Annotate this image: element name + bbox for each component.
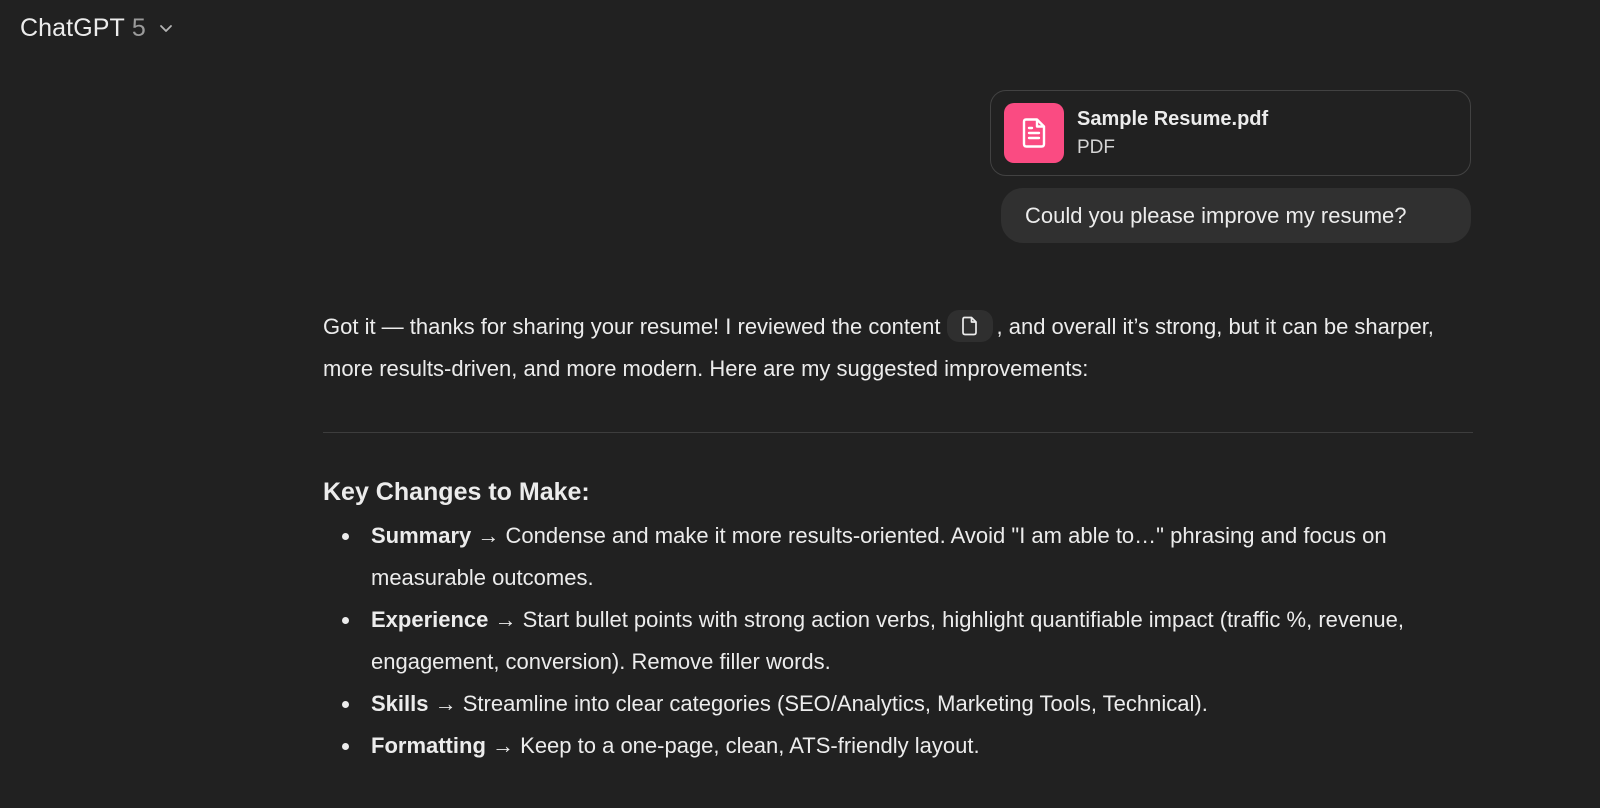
intro-text-part1: Got it — thanks for sharing your resume!… <box>323 314 941 339</box>
arrow-glyph: → <box>492 733 515 758</box>
item-label: Skills <box>371 691 429 716</box>
item-label: Summary <box>371 523 472 548</box>
item-text: Keep to a one-page, clean, ATS-friendly … <box>520 733 980 758</box>
model-selector[interactable]: ChatGPT 5 <box>20 10 176 46</box>
changes-list: Summary → Condense and make it more resu… <box>323 515 1473 767</box>
file-name: Sample Resume.pdf <box>1077 107 1269 130</box>
source-citation-chip[interactable] <box>946 310 993 343</box>
bullet-icon <box>342 743 349 750</box>
bullet-icon <box>342 617 349 624</box>
item-text: Condense and make it more results-orient… <box>371 523 1387 590</box>
list-item: Skills → Streamline into clear categorie… <box>323 683 1473 725</box>
list-item: Formatting → Keep to a one-page, clean, … <box>323 725 1473 767</box>
list-item: Experience → Start bullet points with st… <box>323 599 1473 683</box>
arrow-glyph: → <box>434 691 457 716</box>
item-label: Experience <box>371 607 489 632</box>
file-type: PDF <box>1077 136 1115 158</box>
attachment-card[interactable]: Sample Resume.pdf PDF <box>990 90 1471 176</box>
model-version: 5 <box>131 13 146 42</box>
item-text: Streamline into clear categories (SEO/An… <box>462 691 1208 716</box>
model-name: ChatGPT <box>20 13 125 42</box>
assistant-intro: Got it — thanks for sharing your resume!… <box>323 306 1473 390</box>
bullet-icon <box>342 701 349 708</box>
section-title: Key Changes to Make: <box>323 478 590 506</box>
chevron-down-icon <box>159 25 172 32</box>
file-icon <box>961 316 977 336</box>
file-icon-badge <box>1004 103 1064 163</box>
file-meta: Sample Resume.pdf PDF <box>1077 108 1268 159</box>
arrow-glyph: → <box>494 607 517 632</box>
item-text: Start bullet points with strong action v… <box>371 607 1404 674</box>
assistant-message: Got it — thanks for sharing your resume!… <box>323 306 1473 767</box>
list-item: Summary → Condense and make it more resu… <box>323 515 1473 599</box>
document-icon <box>1022 118 1046 148</box>
user-message: Could you please improve my resume? <box>1001 188 1471 243</box>
item-label: Formatting <box>371 733 486 758</box>
arrow-glyph: → <box>477 523 500 548</box>
divider <box>323 432 1473 433</box>
bullet-icon <box>342 533 349 540</box>
